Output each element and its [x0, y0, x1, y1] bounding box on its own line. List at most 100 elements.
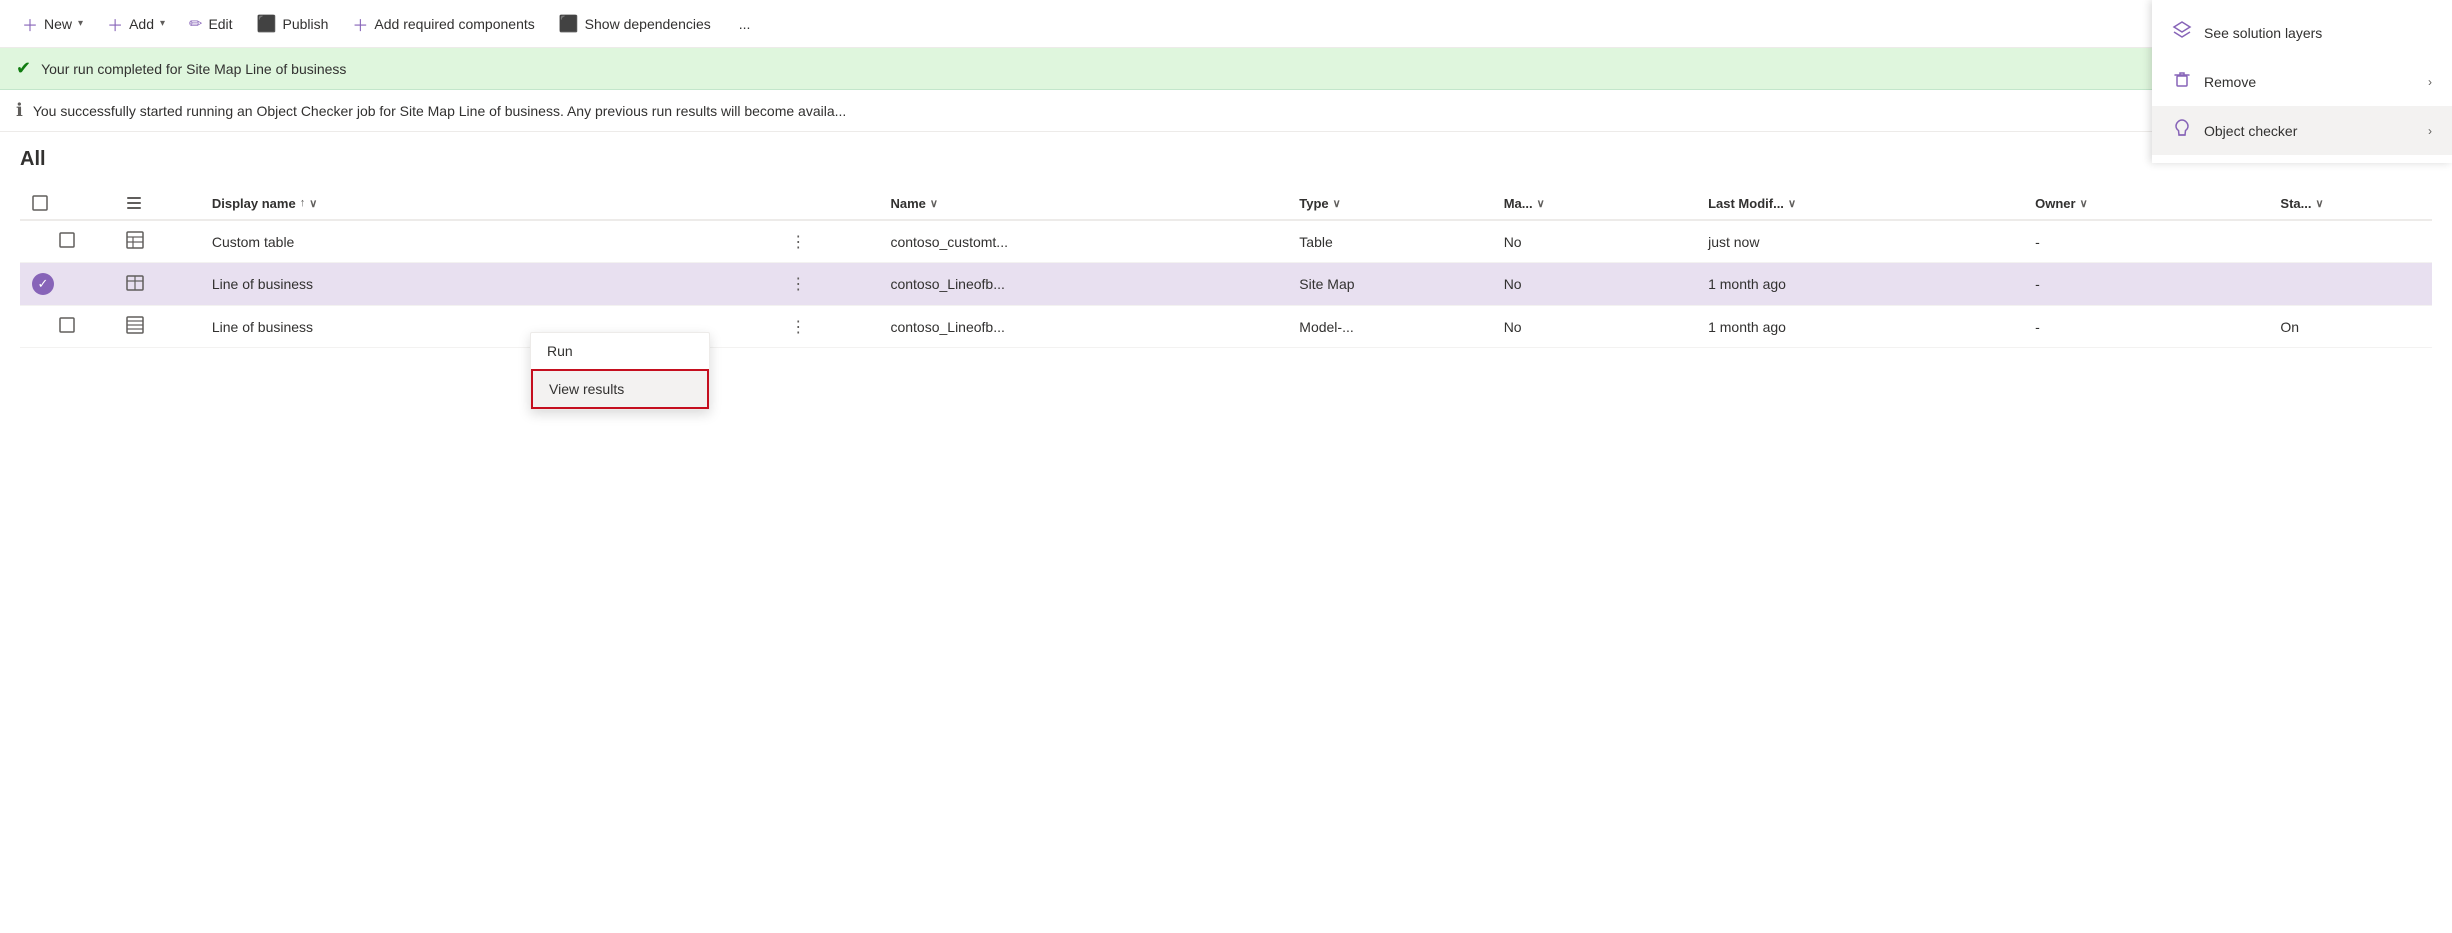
modified-sort-icon: ∨: [1788, 197, 1796, 210]
row-managed: No: [1492, 220, 1696, 263]
dots-icon[interactable]: ⋮: [784, 232, 812, 253]
display-name-header[interactable]: Display name ↑ ∨: [200, 187, 772, 220]
row-managed: No: [1492, 263, 1696, 306]
row-owner: -: [2023, 220, 2268, 263]
add-plus-icon: ＋: [107, 12, 123, 36]
modified-header[interactable]: Last Modif... ∨: [1696, 187, 2023, 220]
main-content: All Display nam: [0, 132, 2452, 364]
table-row[interactable]: Custom table ⋮ contoso_customt...TableNoju…: [20, 220, 2432, 263]
dots-header: [772, 187, 878, 220]
row-type-icon: [114, 306, 200, 348]
row-type: Table: [1287, 220, 1491, 263]
more-label: ...: [739, 16, 751, 32]
row-status: On: [2268, 306, 2432, 348]
info-icon: ℹ: [16, 100, 23, 121]
row-status: [2268, 263, 2432, 306]
row-type: Site Map: [1287, 263, 1491, 306]
object-checker-chevron-icon: ›: [2428, 124, 2432, 138]
row-type-icon: [114, 263, 200, 306]
plus-icon: ＋: [22, 12, 38, 36]
row-status: [2268, 220, 2432, 263]
dots-icon[interactable]: ⋮: [784, 317, 812, 338]
dots-icon[interactable]: ⋮: [784, 274, 812, 295]
toolbar: ＋ New ▾ ＋ Add ▾ ✏ Edit ⬛ Publish ＋ Add r…: [0, 0, 2452, 48]
icon-header: [114, 187, 200, 220]
success-text: Your run completed for Site Map Line of …: [41, 61, 346, 77]
sort-up-icon: ↑: [300, 197, 306, 209]
add-required-button[interactable]: ＋ Add required components: [342, 6, 544, 42]
select-all-header[interactable]: [20, 187, 114, 220]
show-dependencies-button[interactable]: ⬛ Show dependencies: [549, 8, 721, 40]
row-owner: -: [2023, 263, 2268, 306]
row-name: contoso_customt...: [878, 220, 1287, 263]
status-header[interactable]: Sta... ∨: [2268, 187, 2432, 220]
run-menu-item[interactable]: Run: [531, 333, 709, 369]
add-label: Add: [129, 16, 154, 32]
name-sort-icon: ∨: [930, 197, 938, 210]
managed-header[interactable]: Ma... ∨: [1492, 187, 1696, 220]
edit-label: Edit: [208, 16, 232, 32]
row-checkbox-cell[interactable]: ✓: [20, 263, 114, 306]
remove-label: Remove: [2204, 74, 2256, 90]
dependencies-icon: ⬛: [559, 14, 579, 34]
row-display-name: Custom table: [200, 220, 772, 263]
table-row[interactable]: ✓ Line of business ⋮ contoso_Lineofb...Site…: [20, 263, 2432, 306]
new-button[interactable]: ＋ New ▾: [12, 6, 93, 42]
row-more-button[interactable]: ⋮: [772, 306, 878, 348]
object-checker-submenu: Run View results: [530, 332, 710, 410]
trash-icon: [2172, 69, 2192, 94]
info-text: You successfully started running an Obje…: [33, 103, 846, 119]
row-name: contoso_Lineofb...: [878, 263, 1287, 306]
name-header[interactable]: Name ∨: [878, 187, 1287, 220]
row-name: contoso_Lineofb...: [878, 306, 1287, 348]
new-label: New: [44, 16, 72, 32]
sort-chevron-icon: ∨: [309, 197, 317, 210]
row-display-name: Line of business: [200, 263, 772, 306]
more-button[interactable]: ...: [729, 10, 761, 38]
owner-header[interactable]: Owner ∨: [2023, 187, 2268, 220]
edit-icon: ✏: [189, 14, 202, 34]
add-chevron: ▾: [160, 18, 165, 29]
info-banner: ℹ You successfully started running an Ob…: [0, 90, 2452, 132]
table-row[interactable]: Line of business⋮contoso_Lineofb...Model…: [20, 306, 2432, 348]
row-more-button[interactable]: ⋮: [772, 220, 878, 263]
success-banner: ✔ Your run completed for Site Map Line o…: [0, 48, 2452, 90]
remove-item[interactable]: Remove ›: [2152, 57, 2452, 106]
row-last-modified: 1 month ago: [1696, 263, 2023, 306]
row-last-modified: just now: [1696, 220, 2023, 263]
row-type-icon: [114, 220, 200, 263]
right-panel: See solution layers Remove › Object chec…: [2152, 0, 2452, 163]
see-solution-layers-item[interactable]: See solution layers: [2152, 8, 2452, 57]
success-icon: ✔: [16, 58, 31, 79]
layers-icon: [2172, 20, 2192, 45]
object-checker-icon: [2172, 118, 2192, 143]
publish-label: Publish: [282, 16, 328, 32]
row-managed: No: [1492, 306, 1696, 348]
type-sort-icon: ∨: [1333, 197, 1341, 210]
remove-chevron-icon: ›: [2428, 75, 2432, 89]
managed-sort-icon: ∨: [1537, 197, 1545, 210]
row-checkbox-cell[interactable]: [20, 220, 114, 263]
show-dependencies-label: Show dependencies: [585, 16, 711, 32]
view-results-menu-item[interactable]: View results: [531, 369, 709, 409]
publish-icon: ⬛: [257, 14, 277, 34]
add-required-label: Add required components: [374, 16, 534, 32]
table-header-row: Display name ↑ ∨ Name ∨ Type ∨: [20, 187, 2432, 220]
add-button[interactable]: ＋ Add ▾: [97, 6, 175, 42]
publish-button[interactable]: ⬛ Publish: [247, 8, 339, 40]
row-type: Model-...: [1287, 306, 1491, 348]
edit-button[interactable]: ✏ Edit: [179, 8, 243, 40]
row-last-modified: 1 month ago: [1696, 306, 2023, 348]
selected-checkmark: ✓: [32, 273, 54, 295]
row-more-button[interactable]: ⋮: [772, 263, 878, 306]
row-owner: -: [2023, 306, 2268, 348]
row-checkbox-cell[interactable]: [20, 306, 114, 348]
type-header[interactable]: Type ∨: [1287, 187, 1491, 220]
status-sort-icon: ∨: [2316, 197, 2324, 210]
section-title: All: [20, 148, 2432, 171]
object-checker-item[interactable]: Object checker ›: [2152, 106, 2452, 155]
see-solution-layers-label: See solution layers: [2204, 25, 2322, 41]
owner-sort-icon: ∨: [2080, 197, 2088, 210]
object-checker-label: Object checker: [2204, 123, 2297, 139]
add-required-icon: ＋: [352, 12, 368, 36]
